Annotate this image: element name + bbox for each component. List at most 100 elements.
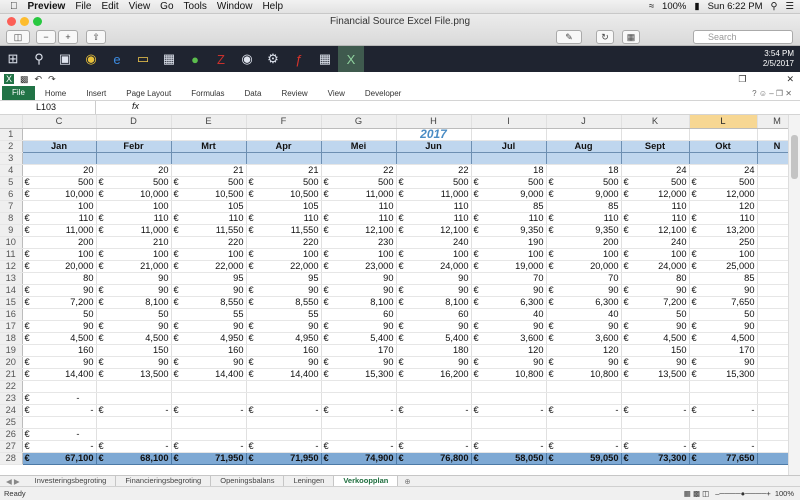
cell[interactable]: €13,500 (621, 368, 690, 381)
cell[interactable]: € - (22, 392, 97, 405)
cell[interactable] (621, 128, 690, 141)
row-header[interactable]: 17 (0, 320, 23, 333)
cell[interactable]: €90 (171, 284, 247, 297)
cell[interactable]: €4,950 (171, 332, 247, 345)
cell[interactable]: €11,000 (321, 188, 397, 201)
menu-view[interactable]: View (129, 1, 151, 12)
cell[interactable]: 85 (689, 272, 758, 285)
cell[interactable]: €7,200 (621, 296, 690, 309)
chrome-icon[interactable]: ◉ (78, 46, 104, 72)
cell[interactable]: 80 (22, 272, 97, 285)
cell[interactable]: 180 (396, 344, 472, 357)
cell[interactable] (471, 392, 547, 405)
tab-review[interactable]: Review (271, 89, 317, 98)
cell[interactable]: €4,500 (689, 332, 758, 345)
column-header-K[interactable]: K (621, 115, 690, 129)
cell[interactable]: 20 (96, 164, 172, 177)
cell[interactable]: 120 (546, 344, 622, 357)
cell[interactable] (689, 428, 758, 441)
cell[interactable]: 160 (246, 344, 322, 357)
cell[interactable]: 95 (246, 272, 322, 285)
task-view-icon[interactable]: ▣ (52, 46, 78, 72)
menu-file[interactable]: File (75, 1, 91, 12)
cell[interactable]: €14,400 (22, 368, 97, 381)
cell[interactable]: 240 (396, 236, 472, 249)
cell[interactable]: €110 (471, 212, 547, 225)
menu-tools[interactable]: Tools (184, 1, 207, 12)
cell[interactable]: € - (621, 440, 690, 453)
save-icon[interactable]: ▩ (20, 74, 29, 85)
cell[interactable]: €90 (621, 356, 690, 369)
cell[interactable]: 160 (22, 344, 97, 357)
row-header[interactable]: 4 (0, 164, 23, 177)
cell[interactable]: €90 (621, 320, 690, 333)
cell[interactable] (471, 380, 547, 393)
cell[interactable] (321, 416, 397, 429)
cell[interactable] (546, 392, 622, 405)
cell[interactable]: €11,000 (22, 224, 97, 237)
cell[interactable]: €110 (171, 212, 247, 225)
cell[interactable]: €500 (246, 176, 322, 189)
cell[interactable]: €110 (689, 212, 758, 225)
cell[interactable] (621, 416, 690, 429)
row-header[interactable]: 26 (0, 428, 23, 441)
cell[interactable]: 110 (321, 200, 397, 213)
cell[interactable]: €90 (96, 284, 172, 297)
row-header[interactable]: 28 (0, 452, 23, 465)
cell[interactable]: €90 (22, 320, 97, 333)
wifi-icon[interactable]: ≈ (649, 1, 654, 12)
toolbox-icon[interactable]: ▦ (622, 30, 640, 44)
cell[interactable] (470, 152, 547, 165)
column-header-I[interactable]: I (471, 115, 547, 129)
row-header[interactable]: 14 (0, 284, 23, 297)
sheet-tab-active[interactable]: Verkoopplan (334, 475, 399, 487)
cell[interactable]: 150 (96, 344, 172, 357)
cell[interactable]: 24 (689, 164, 758, 177)
tab-developer[interactable]: Developer (355, 89, 411, 98)
cell[interactable]: 100 (96, 200, 172, 213)
column-header-J[interactable]: J (546, 115, 622, 129)
row-header[interactable]: 20 (0, 356, 23, 369)
cell[interactable]: €90 (546, 320, 622, 333)
scroll-thumb[interactable] (791, 135, 798, 179)
cell[interactable]: €90 (246, 284, 322, 297)
row-header[interactable]: 11 (0, 248, 23, 261)
cell[interactable]: €100 (96, 248, 172, 261)
row-header[interactable]: 6 (0, 188, 23, 201)
cell[interactable]: €20,000 (22, 260, 97, 273)
cell[interactable]: 24 (621, 164, 690, 177)
cell[interactable]: €90 (396, 320, 472, 333)
cell[interactable] (546, 380, 622, 393)
cell[interactable] (22, 416, 97, 429)
cell[interactable]: €22,000 (171, 260, 247, 273)
cell[interactable]: €15,300 (321, 368, 397, 381)
zoom-level[interactable]: 100% (775, 489, 794, 498)
cell[interactable]: €8,550 (246, 296, 322, 309)
cell[interactable]: €10,800 (471, 368, 547, 381)
zoom-slider[interactable]: –────●────+ (715, 489, 771, 498)
cell[interactable]: 85 (471, 200, 547, 213)
cell[interactable]: €90 (22, 284, 97, 297)
cell[interactable] (96, 380, 172, 393)
cell[interactable]: €20,000 (546, 260, 622, 273)
cell[interactable] (321, 392, 397, 405)
cell[interactable]: €100 (621, 248, 690, 261)
cell[interactable]: €500 (546, 176, 622, 189)
row-header[interactable]: 21 (0, 368, 23, 381)
name-box[interactable]: L103 (0, 101, 96, 114)
cell[interactable] (545, 152, 622, 165)
month-header[interactable]: Jul (470, 139, 547, 153)
cell[interactable]: €6,300 (546, 296, 622, 309)
tab-formulas[interactable]: Formulas (181, 89, 234, 98)
cell[interactable]: €110 (621, 212, 690, 225)
cell[interactable]: 60 (396, 308, 472, 321)
tab-nav-icon[interactable]: ◀ ▶ (0, 477, 26, 486)
cell[interactable]: €8,550 (171, 296, 247, 309)
file-explorer-icon[interactable]: ▭ (130, 46, 156, 72)
cell[interactable]: 95 (171, 272, 247, 285)
cell[interactable]: €500 (621, 176, 690, 189)
row-header[interactable]: 16 (0, 308, 23, 321)
cell[interactable]: €11,550 (246, 224, 322, 237)
month-header[interactable]: Jun (395, 139, 472, 153)
cell[interactable]: €90 (321, 284, 397, 297)
